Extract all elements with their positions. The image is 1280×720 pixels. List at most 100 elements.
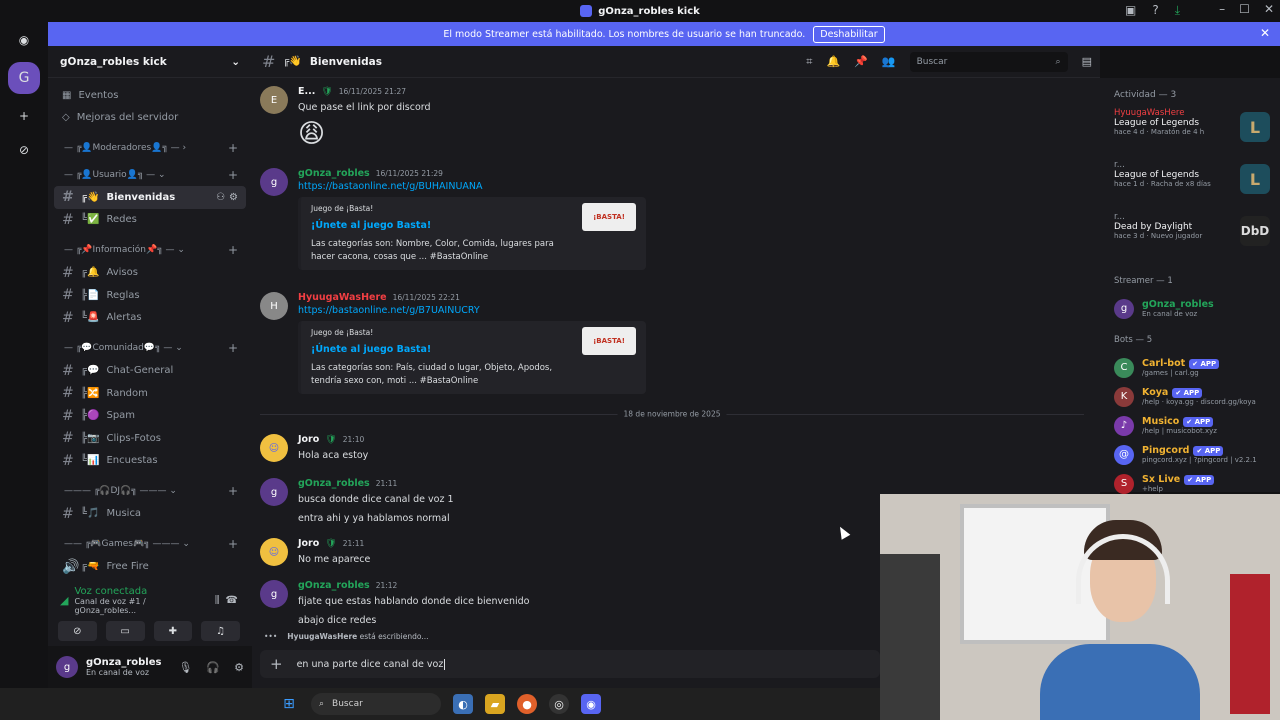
download-icon[interactable]: ⤓ <box>1175 3 1180 18</box>
explore-icon[interactable]: ⊘ <box>12 138 36 162</box>
discord-home-icon[interactable]: ◉ <box>12 28 36 52</box>
help-icon[interactable]: ? <box>1152 3 1158 18</box>
channel-reglas[interactable]: # ╠📄 Reglas <box>54 284 246 307</box>
channel-spam[interactable]: # ╠🟣 Spam <box>54 405 246 428</box>
add-channel-icon[interactable]: + <box>228 141 238 155</box>
avatar[interactable]: g <box>56 656 78 678</box>
members-icon[interactable]: 👥 <box>882 55 896 68</box>
pin-icon[interactable]: 📌 <box>854 55 868 68</box>
category-usuario[interactable]: — ╔👤Usuario👤╗ — ⌄ + <box>54 164 246 187</box>
bell-icon[interactable]: 🔔 <box>826 55 840 68</box>
firefox-icon[interactable]: ● <box>517 694 537 714</box>
add-channel-icon[interactable]: + <box>228 484 238 498</box>
add-channel-icon[interactable]: + <box>228 168 238 182</box>
add-member-icon[interactable]: ⚇ <box>216 192 225 203</box>
search-icon: ⌕ <box>1055 56 1061 67</box>
category-informacion[interactable]: — ╔📌Información📌╗ — ⌄ + <box>54 239 246 262</box>
category-games[interactable]: —— ╔🎮Games🎮╗ ——— ⌄ + <box>54 533 246 556</box>
channel-bienvenidas[interactable]: # ╔👋 Bienvenidas ⚇ ⚙ <box>54 186 246 209</box>
soundboard-button[interactable]: ♫ <box>201 621 240 641</box>
disable-streamer-button[interactable]: Deshabilitar <box>813 25 885 43</box>
taskbar-search[interactable]: ⌕ Buscar <box>311 693 441 715</box>
category-dj[interactable]: ——— ╔🎧DJ🎧╗ ——— ⌄ + <box>54 480 246 503</box>
channel-random[interactable]: # ╠🔀 Random <box>54 382 246 405</box>
member-item[interactable]: C Carl-bot ✔ APP/games | carl.gg <box>1114 353 1270 382</box>
member-item[interactable]: K Koya ✔ APP/help · koya.gg · discord.gg/… <box>1114 382 1270 411</box>
add-server-icon[interactable]: + <box>12 104 36 128</box>
activity-card[interactable]: r... League of Legends hace 1 d · Racha … <box>1114 160 1270 212</box>
add-channel-icon[interactable]: + <box>228 341 238 355</box>
avatar[interactable]: ☺ <box>260 538 288 566</box>
attach-plus-icon[interactable]: + <box>270 655 283 673</box>
member-name: gOnza_robles <box>1142 299 1214 310</box>
message-author[interactable]: gOnza_robles <box>298 580 370 591</box>
copilot-icon[interactable]: ◐ <box>453 694 473 714</box>
message-author[interactable]: gOnza_robles <box>298 478 370 489</box>
channel-chat-general[interactable]: # ╔💬 Chat-General <box>54 360 246 383</box>
microphone-icon[interactable]: 🎙 <box>178 661 192 674</box>
message-author[interactable]: Joro <box>298 434 319 445</box>
category-moderadores[interactable]: — ╔👤Moderadores👤╗ — › + <box>54 137 246 160</box>
channel-avisos[interactable]: # ╔🔔 Avisos <box>54 262 246 285</box>
boosts-item[interactable]: ◇ Mejoras del servidor <box>54 107 246 130</box>
member-item[interactable]: ♪ Musico ✔ APP/help | musicobot.xyz <box>1114 411 1270 440</box>
windows-start-icon[interactable]: ⊞ <box>279 694 299 714</box>
avatar[interactable]: g <box>260 168 288 196</box>
avatar[interactable]: H <box>260 292 288 320</box>
chevron-down-icon: ⌄ <box>231 55 240 68</box>
close-window-icon[interactable]: ✕ <box>1264 2 1274 16</box>
events-item[interactable]: ▦ Eventos <box>54 84 246 107</box>
voice-status[interactable]: Voz conectada <box>74 586 208 597</box>
gear-icon[interactable]: ⚙ <box>234 661 244 674</box>
channel-redes[interactable]: # ╚✅ Redes <box>54 209 246 232</box>
message-author[interactable]: E... <box>298 86 315 97</box>
channel-encuestas[interactable]: # ╚📊 Encuestas <box>54 450 246 473</box>
voice-channel[interactable]: Canal de voz #1 / gOnza_robles... <box>74 597 208 615</box>
message-author[interactable]: Joro <box>298 538 319 549</box>
disconnect-icon[interactable]: ☎ <box>226 595 238 606</box>
headphones-icon[interactable]: 🎧 <box>206 661 220 674</box>
app-icon[interactable]: ◎ <box>549 694 569 714</box>
search-input[interactable]: Buscar ⌕ <box>909 51 1068 72</box>
member-name: Carl-bot <box>1142 358 1186 369</box>
maximize-icon[interactable]: ☐ <box>1239 2 1250 16</box>
embed-thumbnail[interactable]: ¡BASTA! <box>582 327 636 355</box>
inbox-icon[interactable]: ▣ <box>1125 3 1136 18</box>
minimize-icon[interactable]: – <box>1219 2 1225 16</box>
message-author[interactable]: gOnza_robles <box>298 168 370 179</box>
activity-card[interactable]: HyuugaWasHere League of Legends hace 4 d… <box>1114 108 1270 160</box>
server-header[interactable]: gOnza_robles kick ⌄ <box>48 46 252 78</box>
activities-button[interactable]: ✚ <box>153 621 193 641</box>
message-text: Hola aca estoy <box>298 450 369 461</box>
add-channel-icon[interactable]: + <box>228 537 238 551</box>
screen-share-button[interactable]: ▭ <box>105 621 145 641</box>
member-item[interactable]: @ Pingcord ✔ APP pingcord.xyz | ?pingcord … <box>1114 440 1270 469</box>
channel-alertas[interactable]: # ╚🚨 Alertas <box>54 307 246 330</box>
channel-free-fire[interactable]: 🔊 ╔🔫 Free Fire <box>54 556 246 579</box>
category-comunidad[interactable]: — ╔💬Comunidad💬╗ — ⌄ + <box>54 337 246 360</box>
discord-taskbar-icon[interactable]: ◉ <box>581 694 601 714</box>
message-link[interactable]: https://bastaonline.net/g/B7UAINUCRY <box>298 305 646 316</box>
message-composer[interactable]: + en una parte dice canal de voz <box>260 650 880 678</box>
avatar[interactable]: E <box>260 86 288 114</box>
activity-card[interactable]: r... Dead by Daylight hace 3 d · Nuevo j… <box>1114 212 1270 264</box>
threads-icon[interactable]: ⌗ <box>806 55 812 69</box>
avatar[interactable]: g <box>260 580 288 608</box>
embed-thumbnail[interactable]: ¡BASTA! <box>582 203 636 231</box>
message-author[interactable]: HyuugaWasHere <box>298 292 387 303</box>
server-icon[interactable]: G <box>8 62 40 94</box>
message-link[interactable]: https://bastaonline.net/g/BUHAINUANA <box>298 181 646 192</box>
inbox-icon[interactable]: ▤ <box>1082 55 1092 68</box>
channel-clips-fotos[interactable]: # ╠📷 Clips-Fotos <box>54 427 246 450</box>
message-input[interactable]: en una parte dice canal de voz <box>297 658 446 670</box>
member-item[interactable]: g gOnza_robles En canal de voz <box>1114 294 1270 323</box>
avatar[interactable]: ☺ <box>260 434 288 462</box>
folder-icon[interactable]: ▰ <box>485 694 505 714</box>
noise-icon[interactable]: ⫼ <box>215 595 220 606</box>
camera-off-button[interactable]: ⊘ <box>58 621 97 641</box>
add-channel-icon[interactable]: + <box>228 243 238 257</box>
avatar[interactable]: g <box>260 478 288 506</box>
banner-close-icon[interactable]: ✕ <box>1260 26 1270 40</box>
gear-icon[interactable]: ⚙ <box>229 192 238 203</box>
channel-musica[interactable]: # ╚🎵 Musica <box>54 503 246 526</box>
